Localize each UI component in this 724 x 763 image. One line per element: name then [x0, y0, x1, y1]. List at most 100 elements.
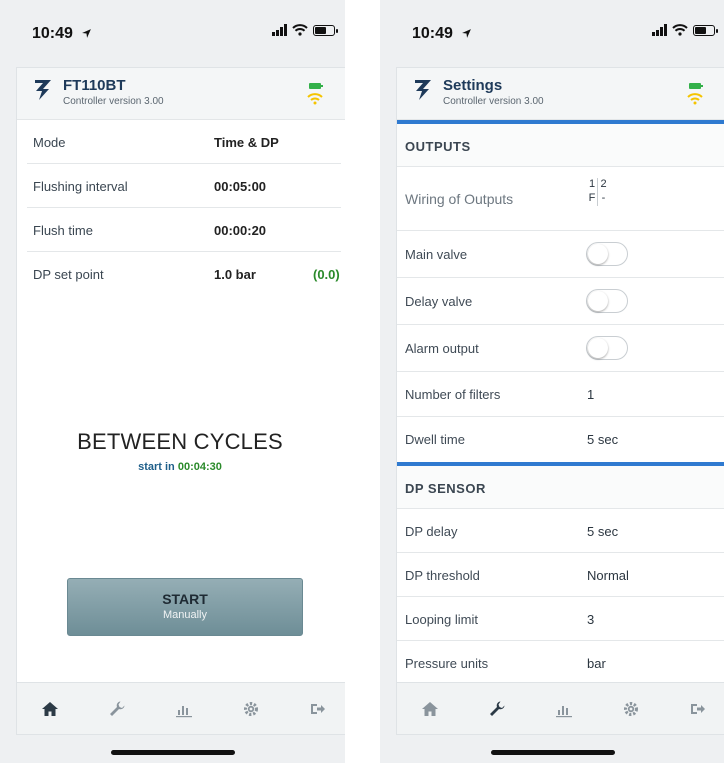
- dp-delay-value: 5 sec: [587, 524, 619, 539]
- outputs-section-header: OUTPUTS: [397, 120, 724, 167]
- cellular-signal-icon: [272, 24, 287, 36]
- tab-statistics[interactable]: [531, 683, 598, 734]
- app-header: Settings Controller version 3.00: [397, 68, 724, 120]
- bottom-tab-bar: [17, 682, 345, 734]
- flushing-interval-value: 00:05:00: [214, 179, 267, 194]
- dwell-time-row[interactable]: Dwell time 5 sec: [397, 417, 724, 462]
- countdown-value: 00:04:30: [177, 461, 222, 473]
- wiring-of-outputs-label: Wiring of Outputs: [405, 191, 514, 207]
- bottom-tab-bar: [397, 682, 724, 734]
- dp-delay-label: DP delay: [405, 524, 458, 539]
- dp-set-point-row[interactable]: DP set point 1.0 bar (0.0): [27, 252, 341, 296]
- alarm-output-label: Alarm output: [405, 341, 479, 356]
- dp-sensor-section-header: DP SENSOR: [397, 462, 724, 509]
- main-valve-label: Main valve: [405, 247, 468, 262]
- dp-set-point-value: 1.0 bar: [214, 267, 256, 282]
- pressure-units-value: bar: [587, 656, 606, 671]
- tab-settings[interactable]: [84, 683, 151, 734]
- wiring-of-outputs-row[interactable]: Wiring of Outputs 1 2 F -: [397, 167, 724, 231]
- wiring-cell: 1: [587, 178, 598, 192]
- connection-status-icon: [307, 83, 323, 105]
- page-title: Settings: [443, 77, 503, 94]
- start-button-label: START: [162, 591, 208, 607]
- pressure-units-label: Pressure units: [405, 656, 489, 671]
- wiring-cell: -: [601, 192, 606, 204]
- dp-threshold-row[interactable]: DP threshold Normal: [397, 553, 724, 597]
- dwell-time-value: 5 sec: [587, 432, 619, 447]
- cycle-countdown: start in 00:04:30: [17, 461, 343, 473]
- dp-current-reading: (0.0): [313, 267, 340, 282]
- dp-set-point-label: DP set point: [33, 267, 104, 282]
- cycle-state-title: BETWEEN CYCLES: [77, 429, 283, 454]
- countdown-prefix: start in: [138, 461, 175, 473]
- flushing-interval-label: Flushing interval: [33, 179, 128, 194]
- system-indicators: [272, 24, 338, 36]
- controller-version: Controller version 3.00: [443, 96, 544, 107]
- cellular-signal-icon: [652, 24, 667, 36]
- chart-icon: [175, 705, 192, 717]
- tab-exit[interactable]: [284, 683, 345, 734]
- flush-time-row[interactable]: Flush time 00:00:20: [27, 208, 341, 252]
- home-icon: [42, 701, 59, 716]
- gear-icon: [243, 701, 258, 716]
- mode-value: Time & DP: [214, 135, 279, 150]
- start-manually-button[interactable]: START Manually: [67, 578, 303, 636]
- home-indicator[interactable]: [110, 750, 235, 755]
- device-name: FT110BT: [63, 77, 126, 94]
- alarm-output-toggle[interactable]: [586, 336, 628, 360]
- number-of-filters-value: 1: [587, 387, 595, 402]
- dp-threshold-label: DP threshold: [405, 568, 480, 583]
- app-window: Settings Controller version 3.00 OUTPUTS…: [396, 67, 724, 735]
- status-bar: 10:49: [0, 0, 345, 66]
- app-header: FT110BT Controller version 3.00: [17, 68, 345, 120]
- mode-label: Mode: [33, 135, 66, 150]
- brand-logo-icon: [35, 80, 51, 100]
- flush-time-label: Flush time: [33, 223, 93, 238]
- main-valve-toggle[interactable]: [586, 242, 628, 266]
- tab-home[interactable]: [397, 683, 464, 734]
- wiring-cell: 2: [600, 178, 607, 190]
- mode-row[interactable]: Mode Time & DP: [27, 120, 341, 164]
- chart-icon: [555, 705, 572, 717]
- tab-settings[interactable]: [464, 683, 531, 734]
- looping-limit-value: 3: [587, 612, 595, 627]
- location-arrow-icon: [82, 29, 91, 38]
- pressure-units-row[interactable]: Pressure units bar: [397, 641, 724, 682]
- connection-status-icon: [687, 83, 703, 105]
- alarm-output-row: Alarm output: [397, 325, 724, 372]
- brand-logo-icon: [415, 80, 431, 100]
- home-indicator[interactable]: [490, 750, 615, 755]
- looping-limit-row[interactable]: Looping limit 3: [397, 597, 724, 641]
- wiring-grid: 1 2 F -: [587, 178, 609, 206]
- tab-system[interactable]: [597, 683, 664, 734]
- dp-delay-row[interactable]: DP delay 5 sec: [397, 509, 724, 553]
- number-of-filters-label: Number of filters: [405, 387, 501, 402]
- exit-icon: [310, 703, 325, 714]
- location-arrow-icon: [462, 29, 471, 38]
- delay-valve-row: Delay valve: [397, 278, 724, 325]
- dwell-time-label: Dwell time: [405, 432, 465, 447]
- exit-icon: [690, 703, 705, 714]
- wifi-status-icon: [672, 24, 688, 36]
- system-indicators: [652, 24, 718, 36]
- tab-home[interactable]: [17, 683, 84, 734]
- tab-exit[interactable]: [664, 683, 724, 734]
- flushing-interval-row[interactable]: Flushing interval 00:05:00: [27, 164, 341, 208]
- phone-screen-main: 10:49 FT110BT Controller version 3.00 Mo…: [0, 0, 345, 763]
- delay-valve-toggle[interactable]: [586, 289, 628, 313]
- clock: 10:49: [412, 25, 453, 42]
- main-valve-row: Main valve: [397, 231, 724, 278]
- start-button-sublabel: Manually: [162, 609, 208, 621]
- looping-limit-label: Looping limit: [405, 612, 478, 627]
- number-of-filters-row[interactable]: Number of filters 1: [397, 372, 724, 417]
- tab-system[interactable]: [217, 683, 284, 734]
- battery-icon: [313, 24, 338, 36]
- controller-version: Controller version 3.00: [63, 96, 164, 107]
- phone-screen-settings: 10:49 Settings Controller version 3.00 O…: [380, 0, 724, 763]
- clock: 10:49: [32, 25, 73, 42]
- tab-statistics[interactable]: [151, 683, 218, 734]
- delay-valve-label: Delay valve: [405, 294, 473, 309]
- wifi-status-icon: [292, 24, 308, 36]
- wrench-icon: [490, 701, 505, 716]
- settings-list[interactable]: OUTPUTS Wiring of Outputs 1 2 F - Main v…: [397, 120, 724, 682]
